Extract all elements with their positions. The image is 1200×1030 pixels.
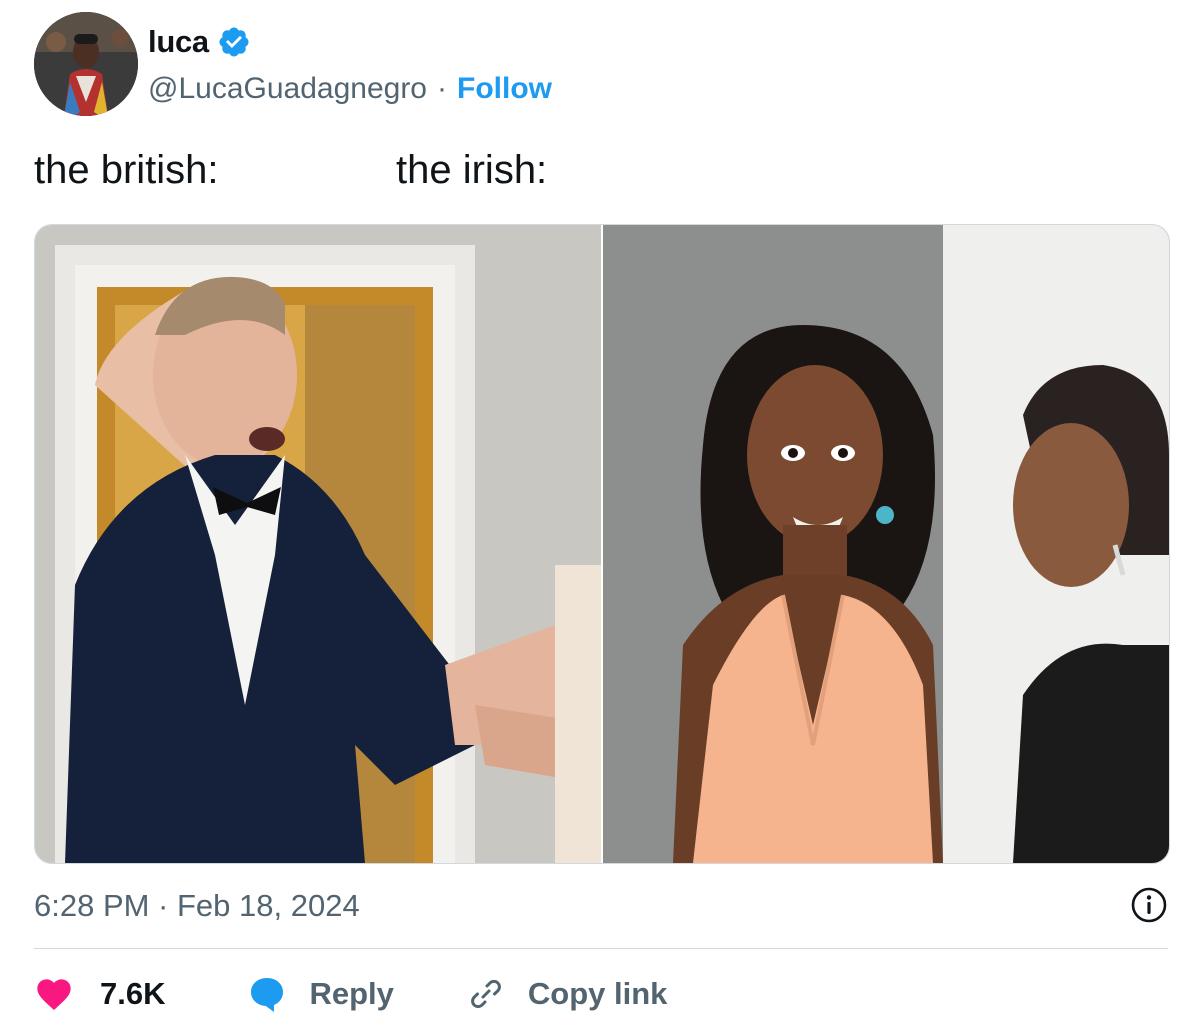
display-name[interactable]: luca	[148, 24, 209, 60]
avatar[interactable]	[34, 12, 138, 116]
action-bar: 7.6K Reply Copy link	[34, 968, 667, 1020]
copy-link-button[interactable]: Copy link	[444, 974, 668, 1014]
reply-bubble-icon	[247, 974, 287, 1014]
timestamp[interactable]: 6:28 PM · Feb 18, 2024	[34, 888, 360, 924]
media-grid	[34, 224, 1170, 864]
link-icon	[466, 974, 506, 1014]
verified-badge-icon	[217, 25, 251, 59]
handle[interactable]: @LucaGuadagnegro	[148, 72, 427, 106]
follow-button[interactable]: Follow	[457, 72, 552, 106]
author-name-row: luca	[148, 24, 251, 60]
separator: ·	[437, 72, 447, 105]
tweet-header: luca @LucaGuadagnegro · Follow	[34, 12, 1164, 122]
photo-right[interactable]	[603, 225, 1169, 863]
like-button[interactable]: 7.6K	[34, 974, 165, 1014]
reply-button[interactable]: Reply	[225, 974, 394, 1014]
divider	[34, 948, 1168, 949]
photo-left[interactable]	[35, 225, 601, 863]
timestamp-row: 6:28 PM · Feb 18, 2024	[34, 884, 1168, 928]
info-icon[interactable]	[1130, 886, 1168, 924]
handle-row: @LucaGuadagnegro · Follow	[148, 72, 552, 106]
caption-left: the british:	[34, 148, 219, 192]
caption-right: the irish:	[396, 148, 548, 192]
reply-label: Reply	[309, 976, 394, 1011]
heart-icon	[34, 974, 74, 1014]
copy-link-label: Copy link	[527, 976, 668, 1011]
like-count: 7.6K	[100, 976, 166, 1011]
